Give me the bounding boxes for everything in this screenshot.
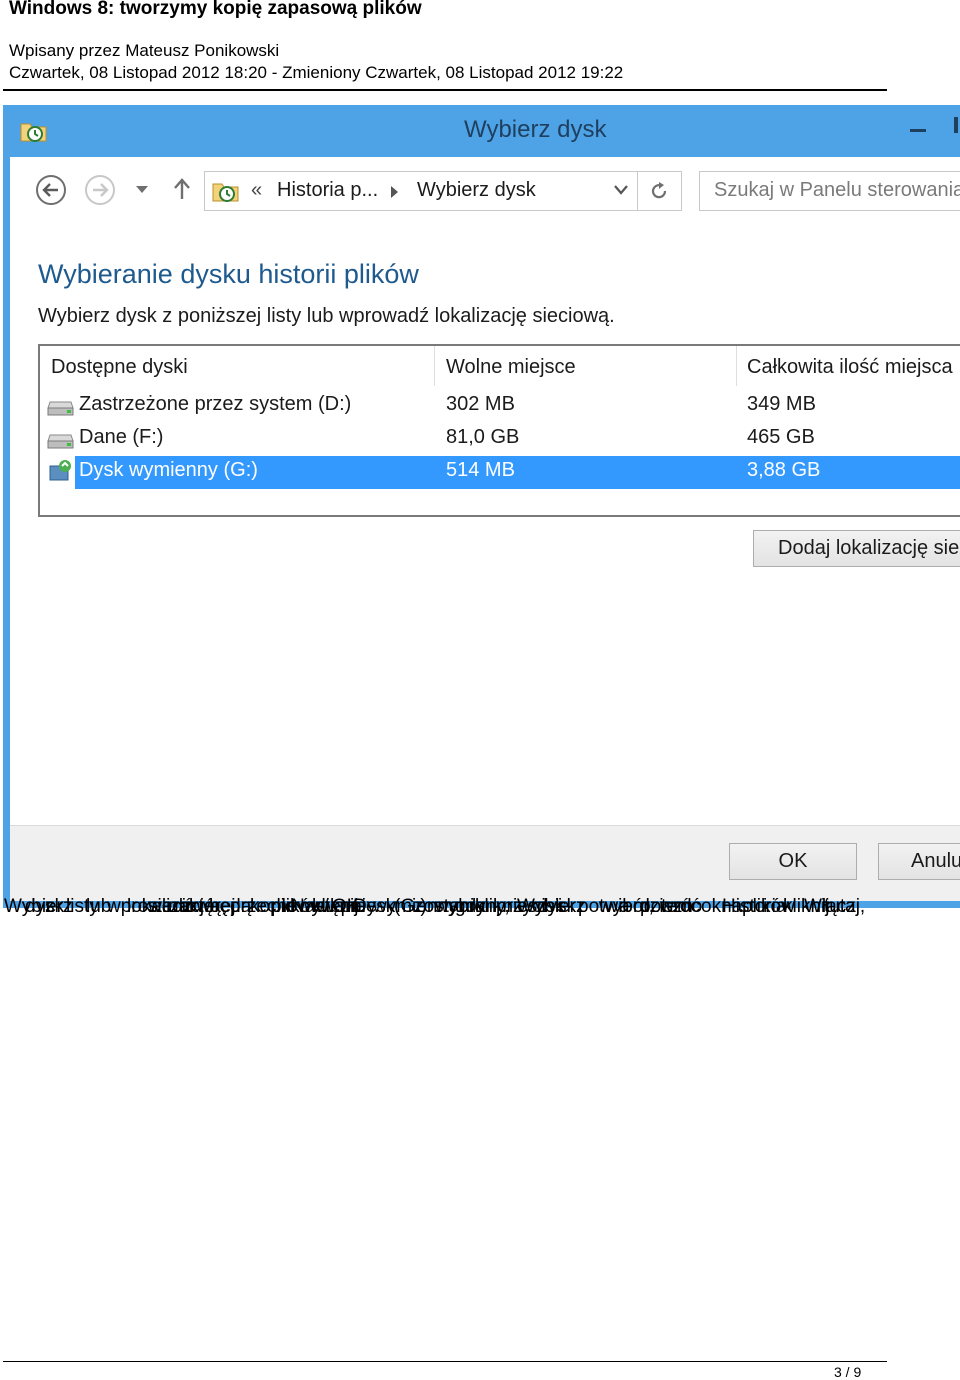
column-header-free-space[interactable]: Wolne miejsce — [446, 356, 576, 379]
header-rule — [3, 89, 887, 91]
breadcrumb-overflow[interactable]: « — [251, 179, 262, 202]
column-header-drives[interactable]: Dostępne dyski — [51, 356, 188, 379]
breadcrumb-file-history[interactable]: Historia p... — [277, 179, 378, 202]
up-arrow-icon[interactable] — [173, 178, 191, 200]
drive-free-space: 514 MB — [446, 459, 515, 481]
window-border-left — [3, 105, 10, 908]
drive-name: Dysk wymienny (G:) — [79, 459, 258, 481]
drive-name: Zastrzeżone przez system (D:) — [79, 393, 352, 415]
drive-total-space: 349 MB — [747, 393, 816, 415]
drive-free-space: 302 MB — [446, 393, 515, 415]
forward-button[interactable] — [85, 175, 115, 205]
refresh-icon[interactable] — [649, 181, 669, 201]
overlap-word: dysk — [537, 896, 577, 917]
file-history-icon — [20, 123, 47, 142]
column-divider[interactable] — [434, 346, 435, 386]
column-header-total-space[interactable]: Całkowita ilość miejsca — [747, 356, 953, 379]
minimize-icon[interactable] — [910, 129, 926, 132]
hard-drive-icon — [47, 434, 74, 449]
overlap-word: i — [763, 896, 768, 917]
file-history-icon — [212, 183, 239, 202]
overlap-word: do — [681, 896, 703, 917]
search-input[interactable]: Szukaj w Panelu sterowania — [699, 171, 960, 211]
drive-name: Dane (F:) — [79, 426, 164, 448]
page-number: 3 / 9 — [834, 1364, 862, 1380]
back-button[interactable] — [36, 175, 66, 205]
overlap-word: i — [558, 896, 563, 917]
arrow-right-icon — [93, 183, 109, 197]
overlap-word: tutaj, — [824, 896, 866, 917]
search-placeholder: Szukaj w Panelu sterowania — [714, 179, 960, 201]
chevron-down-icon[interactable] — [613, 184, 629, 196]
overlap-word: a — [619, 896, 630, 917]
breadcrumb-arrow-icon[interactable] — [391, 186, 398, 198]
drive-row[interactable]: Dane (F:) 81,0 GB 465 GB — [40, 423, 960, 456]
author-line: Wpisany przez Mateusz Ponikowski — [9, 41, 280, 60]
drive-row-selected[interactable]: Dysk wymienny (G:) 514 MB 3,88 GB — [40, 456, 960, 489]
hard-drive-icon — [47, 401, 74, 416]
recent-locations-icon[interactable] — [136, 186, 148, 194]
drive-total-space: 465 GB — [747, 426, 815, 448]
address-bar[interactable]: « Historia p... Wybierz dysk — [204, 171, 682, 211]
drive-free-space: 81,0 GB — [446, 426, 520, 448]
overlap-word: na — [168, 896, 190, 917]
address-divider — [637, 172, 638, 210]
column-divider[interactable] — [736, 346, 737, 386]
overlapping-article-text: Wybierz dysk z listy lub wprowadź lokalizację s… — [4, 896, 944, 926]
instruction-text: Wybierz dysk z poniższej listy lub wprow… — [38, 305, 615, 327]
window-title: Wybierz dysk — [464, 116, 607, 143]
drive-row[interactable]: Zastrzeżone przez system (D:) 302 MB 349… — [40, 390, 960, 423]
overlap-word: z — [45, 896, 55, 917]
drive-list[interactable]: Dostępne dyski Wolne miejsce Całkowita i… — [38, 344, 960, 517]
cancel-button[interactable]: Anulu — [878, 843, 960, 880]
navigation-bar: « Historia p... Wybierz dysk Szukaj w Pa… — [10, 157, 960, 219]
choose-drive-window: Wybierz dysk « Historia p... Wybierz dys… — [3, 105, 960, 908]
maximize-icon[interactable] — [954, 117, 958, 133]
document-title: Windows 8: tworzymy kopię zapasową plikó… — [9, 0, 422, 19]
add-network-location-button[interactable]: Dodaj lokalizację sie — [753, 530, 960, 567]
drive-total-space: 3,88 GB — [747, 459, 821, 481]
removable-drive-icon — [49, 460, 71, 481]
breadcrumb-choose-drive[interactable]: Wybierz dysk — [417, 179, 536, 202]
arrow-left-icon — [42, 183, 58, 197]
footer-rule — [3, 1361, 887, 1362]
date-line: Czwartek, 08 Listopad 2012 18:20 - Zmien… — [9, 63, 624, 82]
page-heading: Wybieranie dysku historii plików — [38, 259, 419, 289]
ok-button[interactable]: OK — [729, 843, 857, 880]
